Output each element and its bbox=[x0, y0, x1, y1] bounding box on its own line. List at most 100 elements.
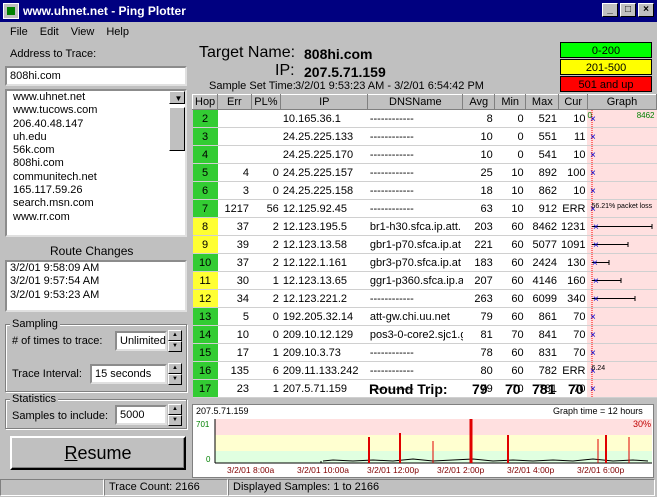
cell-pl: 2 bbox=[251, 289, 281, 308]
cell-min: 10 bbox=[494, 199, 526, 218]
interval-spinner[interactable]: ▲ ▼ bbox=[168, 363, 182, 385]
spin-down-icon[interactable]: ▼ bbox=[168, 341, 182, 352]
column-header-cur[interactable]: Cur bbox=[558, 94, 588, 110]
column-header-graph[interactable]: Graph bbox=[586, 94, 657, 110]
list-item[interactable]: 3/2/01 9:53:23 AM bbox=[7, 289, 185, 302]
address-input[interactable]: 808hi.com bbox=[5, 66, 187, 86]
cell-graph: × bbox=[587, 235, 657, 254]
column-header-ip[interactable]: IP bbox=[280, 94, 369, 110]
history-item[interactable]: 165.117.59.26 bbox=[10, 184, 185, 197]
time-graph[interactable]: 207.5.71.159 Graph time = 12 hours 701 0… bbox=[192, 404, 654, 478]
cell-dns: pos3-0-core2.sjc1.g bbox=[367, 325, 463, 344]
spin-up-icon[interactable]: ▲ bbox=[168, 330, 182, 341]
table-row[interactable]: 10 37 2 12.122.1.161 gbr3-p70.sfca.ip.at 183 6… bbox=[192, 253, 657, 272]
target-name-value: 808hi.com bbox=[304, 46, 373, 62]
history-item[interactable]: 808hi.com bbox=[10, 157, 185, 170]
cell-ip: 10.165.36.1 bbox=[280, 109, 368, 128]
table-row[interactable]: 12 34 2 12.123.221.2 ------------ 263 60 6099 34… bbox=[192, 289, 657, 308]
history-item[interactable]: 56k.com bbox=[10, 144, 185, 157]
menu-view[interactable]: View bbox=[65, 26, 101, 38]
status-empty bbox=[0, 479, 104, 496]
cell-dns: ggr1-p360.sfca.ip.a bbox=[367, 271, 463, 290]
scroll-down-icon[interactable]: ▼ bbox=[169, 91, 185, 105]
table-row[interactable]: 11 30 1 12.123.13.65 ggr1-p360.sfca.ip.a 207 6… bbox=[192, 271, 657, 290]
history-item[interactable]: www.tucows.com bbox=[10, 104, 185, 117]
history-item[interactable]: search.msn.com bbox=[10, 197, 185, 210]
column-header-plpct[interactable]: PL% bbox=[250, 94, 282, 110]
time-tick: 3/2/01 6:00p bbox=[577, 465, 625, 475]
close-button[interactable]: × bbox=[638, 3, 654, 17]
table-row[interactable]: 2 10.165.36.1 ------------ 8 0 521 10 × 8462 0 bbox=[192, 109, 657, 128]
cell-ip: 209.10.3.73 bbox=[280, 343, 368, 362]
spin-down-icon[interactable]: ▼ bbox=[168, 415, 182, 426]
cell-cur: 11 bbox=[558, 127, 588, 146]
samples-spinner[interactable]: ▲ ▼ bbox=[168, 404, 182, 426]
history-scrollbar[interactable]: ▲ ▼ bbox=[169, 91, 185, 151]
column-header-max[interactable]: Max bbox=[525, 94, 560, 110]
minimize-button[interactable]: _ bbox=[602, 3, 618, 17]
column-header-err[interactable]: Err bbox=[217, 94, 252, 110]
table-row[interactable]: 13 5 0 192.205.32.14 att-gw.chi.uu.net 79 60 86… bbox=[192, 307, 657, 326]
cell-hop: 7 bbox=[192, 199, 218, 218]
table-row[interactable]: 15 17 1 209.10.3.73 ------------ 78 60 831 70 × bbox=[192, 343, 657, 362]
history-item[interactable]: www.rr.com bbox=[10, 211, 185, 224]
cell-hop: 14 bbox=[192, 325, 218, 344]
table-row[interactable]: 6 3 0 24.25.225.158 ------------ 18 10 862 10 × bbox=[192, 181, 657, 200]
app-icon[interactable] bbox=[3, 3, 19, 19]
cell-hop: 8 bbox=[192, 217, 218, 236]
table-row[interactable]: 9 39 2 12.123.13.58 gbr1-p70.sfca.ip.at 221 60… bbox=[192, 235, 657, 254]
time-tick: 3/2/01 4:00p bbox=[507, 465, 555, 475]
svg-text:×: × bbox=[590, 384, 596, 395]
route-changes-list[interactable]: 3/2/01 9:58:09 AM 3/2/01 9:57:54 AM 3/2/… bbox=[5, 260, 187, 312]
cell-max: 6099 bbox=[525, 289, 559, 308]
resume-button[interactable]: Resume bbox=[10, 436, 186, 470]
cell-avg: 221 bbox=[462, 235, 495, 254]
table-row[interactable]: 8 37 2 12.123.195.5 br1-h30.sfca.ip.att. 203 6… bbox=[192, 217, 657, 236]
cell-ip: 12.123.195.5 bbox=[280, 217, 368, 236]
legend-green: 0-200 bbox=[560, 42, 652, 58]
column-header-hop[interactable]: Hop bbox=[191, 94, 219, 110]
history-item[interactable]: www.uhnet.net bbox=[10, 91, 185, 104]
column-header-dnsname[interactable]: DNSName bbox=[367, 94, 464, 110]
column-header-avg[interactable]: Avg bbox=[462, 94, 496, 110]
history-list[interactable]: www.uhnet.net www.tucows.com 206.40.48.147… bbox=[5, 89, 187, 237]
samples-input[interactable]: 5000 bbox=[115, 405, 167, 425]
history-item[interactable]: uh.edu bbox=[10, 131, 185, 144]
svg-text:×: × bbox=[593, 276, 599, 287]
table-row[interactable]: 7 1217 56 12.125.92.45 ------------ 63 10 912 ER… bbox=[192, 199, 657, 218]
cell-err: 4 bbox=[217, 163, 252, 182]
table-row[interactable]: 5 4 0 24.25.225.157 ------------ 25 10 892 100 × bbox=[192, 163, 657, 182]
times-input[interactable]: Unlimited bbox=[115, 331, 167, 351]
maximize-button[interactable]: □ bbox=[620, 3, 636, 17]
history-item[interactable]: communitech.net bbox=[10, 171, 185, 184]
cell-min: 60 bbox=[494, 289, 526, 308]
menu-edit[interactable]: Edit bbox=[34, 26, 65, 38]
cell-avg: 18 bbox=[462, 181, 495, 200]
cell-cur: 10 bbox=[558, 181, 588, 200]
cell-pl: 0 bbox=[251, 307, 281, 326]
menu-file[interactable]: File bbox=[4, 26, 34, 38]
list-item[interactable]: 3/2/01 9:57:54 AM bbox=[7, 275, 185, 288]
cell-min: 60 bbox=[494, 217, 526, 236]
cell-hop: 9 bbox=[192, 235, 218, 254]
menu-help[interactable]: Help bbox=[100, 26, 135, 38]
spin-up-icon[interactable]: ▲ bbox=[168, 404, 182, 415]
column-header-min[interactable]: Min bbox=[494, 94, 527, 110]
scroll-thumb[interactable] bbox=[169, 107, 185, 151]
spin-up-icon[interactable]: ▲ bbox=[168, 363, 182, 374]
times-spinner[interactable]: ▲ ▼ bbox=[168, 330, 182, 352]
cell-pl: 2 bbox=[251, 253, 281, 272]
cell-dns: ------------ bbox=[367, 199, 463, 218]
round-trip-avg: 79 bbox=[472, 381, 488, 397]
cell-avg: 263 bbox=[462, 289, 495, 308]
table-row[interactable]: 16 135 6 209.11.133.242 ------------ 80 60 782 E… bbox=[192, 361, 657, 380]
cell-ip: 24.25.225.157 bbox=[280, 163, 368, 182]
table-row[interactable]: 4 24.25.225.170 ------------ 10 0 541 10 × bbox=[192, 145, 657, 164]
interval-input[interactable]: 15 seconds bbox=[90, 364, 167, 384]
table-row[interactable]: 3 24.25.225.133 ------------ 10 0 551 11 × bbox=[192, 127, 657, 146]
spin-down-icon[interactable]: ▼ bbox=[168, 374, 182, 385]
table-row[interactable]: 14 10 0 209.10.12.129 pos3-0-core2.sjc1.g 81 7… bbox=[192, 325, 657, 344]
cell-hop: 10 bbox=[192, 253, 218, 272]
history-item[interactable]: 206.40.48.147 bbox=[10, 118, 185, 131]
list-item[interactable]: 3/2/01 9:58:09 AM bbox=[7, 262, 185, 275]
